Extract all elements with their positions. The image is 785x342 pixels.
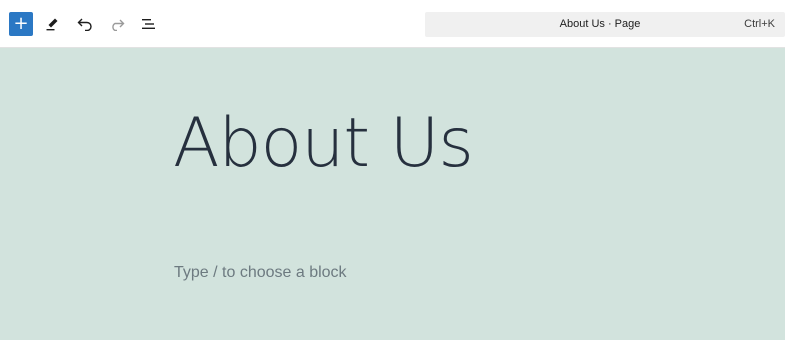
block-placeholder[interactable]: Type / to choose a block [174, 262, 347, 284]
document-overview-button[interactable] [137, 12, 161, 36]
add-block-button[interactable]: + [9, 12, 33, 36]
command-palette-bar[interactable]: About Us · Page Ctrl+K [425, 12, 785, 37]
redo-button[interactable] [105, 12, 129, 36]
redo-icon [112, 19, 125, 31]
plus-icon: + [13, 13, 29, 34]
page-title[interactable]: About Us [173, 104, 474, 184]
tools-button[interactable] [40, 12, 64, 36]
editor-window: + About Us · Page Ctrl+K About Us Type /… [0, 0, 785, 342]
keyboard-shortcut: Ctrl+K [744, 18, 775, 30]
editor-toolbar: + About Us · Page Ctrl+K [0, 0, 785, 48]
list-view-icon [142, 19, 155, 29]
editor-canvas: About Us Type / to choose a block [0, 48, 785, 340]
undo-icon [77, 18, 92, 31]
document-title: About Us · Page [559, 18, 641, 30]
pencil-icon [46, 18, 58, 31]
undo-button[interactable] [73, 12, 97, 36]
